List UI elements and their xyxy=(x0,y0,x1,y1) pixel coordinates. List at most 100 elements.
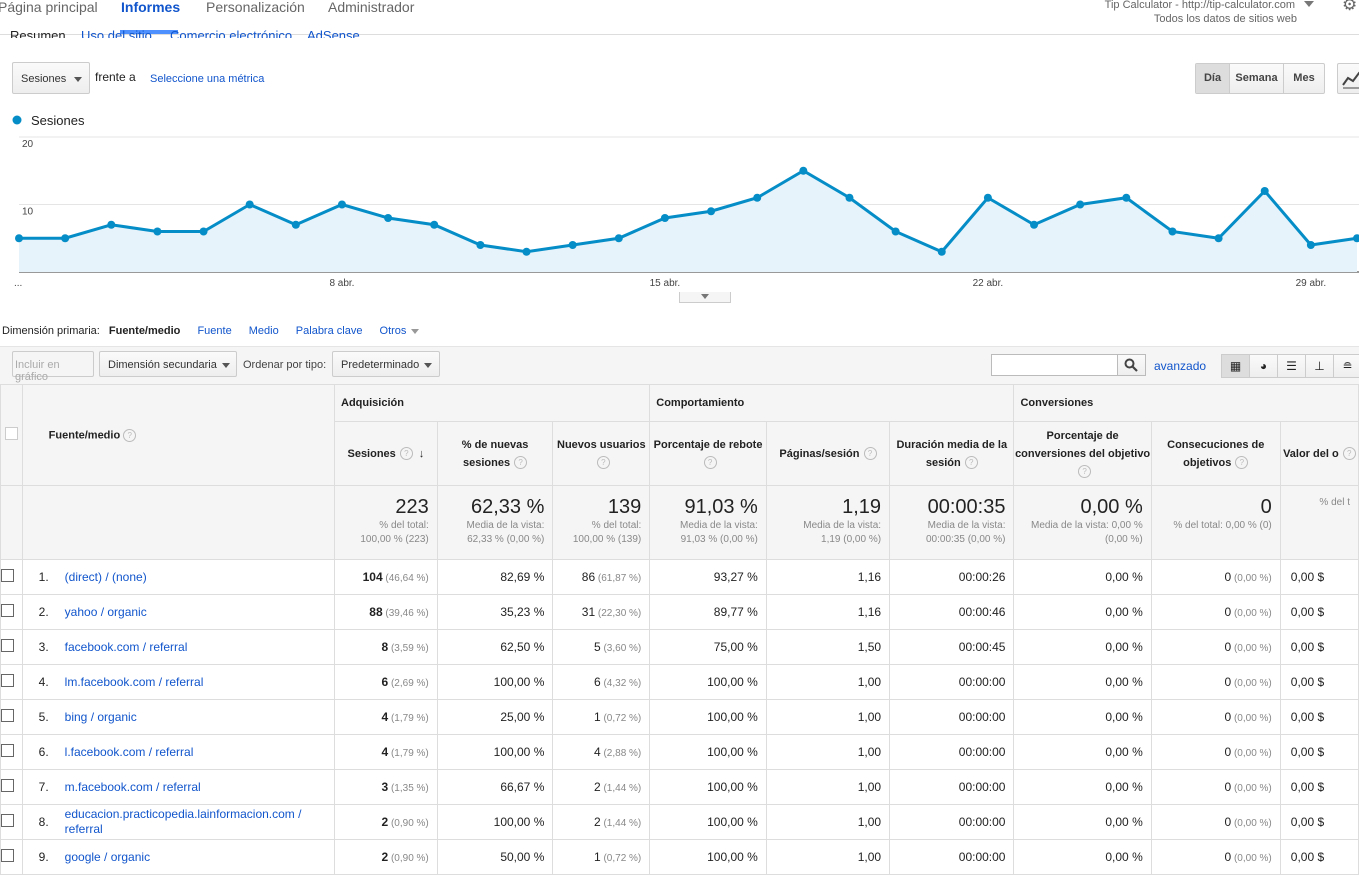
source-medium-link[interactable]: l.facebook.com / referral xyxy=(65,745,194,760)
row-checkbox[interactable] xyxy=(1,779,14,792)
data-point[interactable] xyxy=(1122,193,1131,202)
data-point[interactable] xyxy=(707,207,716,216)
data-point[interactable] xyxy=(799,166,808,175)
select-metric-link[interactable]: Seleccione una métrica xyxy=(150,73,264,85)
column-header[interactable]: Porcentaje de rebote? xyxy=(649,421,767,486)
include-in-chart-button[interactable]: Incluir en gráfico xyxy=(12,351,94,383)
sort-arrow-icon[interactable]: ↓ xyxy=(419,448,425,460)
column-header[interactable]: Sesiones? ↓ xyxy=(334,421,438,486)
data-point[interactable] xyxy=(937,247,946,256)
column-header[interactable]: Duración media de la sesión? xyxy=(889,421,1015,486)
chart-resize-handle[interactable] xyxy=(679,292,731,303)
metric-select[interactable]: Sesiones xyxy=(12,62,90,94)
period-month-button[interactable]: Mes xyxy=(1284,64,1324,93)
source-medium-link[interactable]: m.facebook.com / referral xyxy=(65,780,201,795)
gear-icon[interactable]: ⚙ xyxy=(1342,0,1357,15)
data-point[interactable] xyxy=(1260,187,1269,195)
comparison-view-icon[interactable]: ⊥ xyxy=(1306,355,1334,377)
row-checkbox[interactable] xyxy=(1,744,14,757)
data-point[interactable] xyxy=(1030,220,1039,229)
nav-admin[interactable]: Administrador xyxy=(328,0,414,15)
help-icon[interactable]: ? xyxy=(123,428,137,442)
source-medium-link[interactable]: yahoo / organic xyxy=(65,605,147,620)
pivot-view-icon[interactable]: ≘ xyxy=(1334,355,1359,377)
dimension-keyword[interactable]: Palabra clave xyxy=(296,325,363,337)
advanced-filter-link[interactable]: avanzado xyxy=(1154,359,1206,373)
help-icon[interactable]: ? xyxy=(514,456,528,470)
source-medium-link[interactable]: bing / organic xyxy=(65,710,137,725)
data-point[interactable] xyxy=(1214,234,1223,243)
table-search-input[interactable] xyxy=(991,354,1119,376)
data-point[interactable] xyxy=(199,227,208,236)
subtab-summary[interactable]: Resumen xyxy=(10,28,66,38)
row-checkbox[interactable] xyxy=(1,674,14,687)
column-header[interactable]: % de nuevas sesiones? xyxy=(436,421,554,486)
help-icon[interactable]: ? xyxy=(703,456,717,470)
data-point[interactable] xyxy=(107,220,116,229)
help-icon[interactable]: ? xyxy=(1078,465,1092,479)
help-icon[interactable]: ? xyxy=(596,456,610,470)
search-button[interactable] xyxy=(1117,354,1146,376)
data-point[interactable] xyxy=(983,193,992,202)
nav-home[interactable]: Página principal xyxy=(0,0,98,15)
chart-type-button[interactable] xyxy=(1337,63,1359,94)
help-icon[interactable]: ? xyxy=(1235,456,1249,470)
column-header[interactable]: Páginas/sesión? xyxy=(765,421,891,486)
dimension-column-header[interactable]: Fuente/medio ? xyxy=(21,384,336,486)
data-point[interactable] xyxy=(568,241,577,249)
data-point[interactable] xyxy=(660,214,669,222)
data-point[interactable] xyxy=(1076,200,1085,209)
period-day-button[interactable]: Día xyxy=(1196,64,1230,93)
data-point[interactable] xyxy=(153,227,162,236)
source-medium-link[interactable]: educacion.practicopedia.lainformacion.co… xyxy=(65,807,334,837)
data-point[interactable] xyxy=(337,200,346,209)
data-point[interactable] xyxy=(384,214,393,222)
sort-type-select[interactable]: Predeterminado xyxy=(332,351,440,377)
source-medium-link[interactable]: facebook.com / referral xyxy=(65,640,188,655)
help-icon[interactable]: ? xyxy=(1342,447,1356,461)
data-point[interactable] xyxy=(61,234,70,243)
secondary-dimension-select[interactable]: Dimensión secundaria xyxy=(99,351,237,377)
row-checkbox[interactable] xyxy=(1,604,14,617)
help-icon[interactable]: ? xyxy=(863,447,877,461)
data-point[interactable] xyxy=(291,220,300,229)
data-point[interactable] xyxy=(245,200,254,209)
dimension-other[interactable]: Otros xyxy=(380,325,407,337)
source-medium-link[interactable]: (direct) / (none) xyxy=(65,570,147,585)
column-header[interactable]: Valor del o? xyxy=(1279,421,1359,486)
data-point[interactable] xyxy=(522,247,531,256)
data-point[interactable] xyxy=(753,193,762,202)
column-header[interactable]: Porcentaje de conversiones del objetivo? xyxy=(1013,421,1152,486)
performance-view-icon[interactable]: ☰ xyxy=(1278,355,1306,377)
data-point[interactable] xyxy=(891,227,900,236)
dimension-medium[interactable]: Medio xyxy=(249,325,279,337)
source-medium-link[interactable]: lm.facebook.com / referral xyxy=(65,675,204,690)
row-checkbox[interactable] xyxy=(1,814,14,827)
data-point[interactable] xyxy=(614,234,623,243)
account-selector[interactable]: Tip Calculator - http://tip-calculator.c… xyxy=(1105,0,1297,26)
data-point[interactable] xyxy=(845,193,854,202)
select-all-checkbox[interactable] xyxy=(4,427,18,440)
data-point[interactable] xyxy=(430,220,439,229)
data-point[interactable] xyxy=(1168,227,1177,236)
data-point[interactable] xyxy=(476,241,485,249)
row-checkbox[interactable] xyxy=(1,709,14,722)
column-header[interactable]: Consecuciones de objetivos? xyxy=(1150,421,1281,486)
row-checkbox[interactable] xyxy=(1,639,14,652)
account-dropdown-icon[interactable] xyxy=(1304,1,1314,7)
subtab-adsense[interactable]: AdSense xyxy=(307,28,360,38)
column-header[interactable]: Nuevos usuarios? xyxy=(552,421,651,486)
source-medium-link[interactable]: google / organic xyxy=(65,850,150,865)
row-checkbox[interactable] xyxy=(1,569,14,582)
period-week-button[interactable]: Semana xyxy=(1230,64,1284,93)
data-table-view-icon[interactable]: ▦ xyxy=(1222,355,1250,377)
nav-reports[interactable]: Informes xyxy=(121,0,180,15)
subtab-site-usage[interactable]: Uso del sitio xyxy=(81,28,152,38)
data-point[interactable] xyxy=(15,234,23,243)
nav-customization[interactable]: Personalización xyxy=(206,0,305,15)
help-icon[interactable]: ? xyxy=(399,447,413,461)
dimension-source[interactable]: Fuente xyxy=(197,325,231,337)
pie-view-icon[interactable]: ◕ xyxy=(1250,355,1278,377)
row-checkbox[interactable] xyxy=(1,849,14,862)
help-icon[interactable]: ? xyxy=(964,456,978,470)
